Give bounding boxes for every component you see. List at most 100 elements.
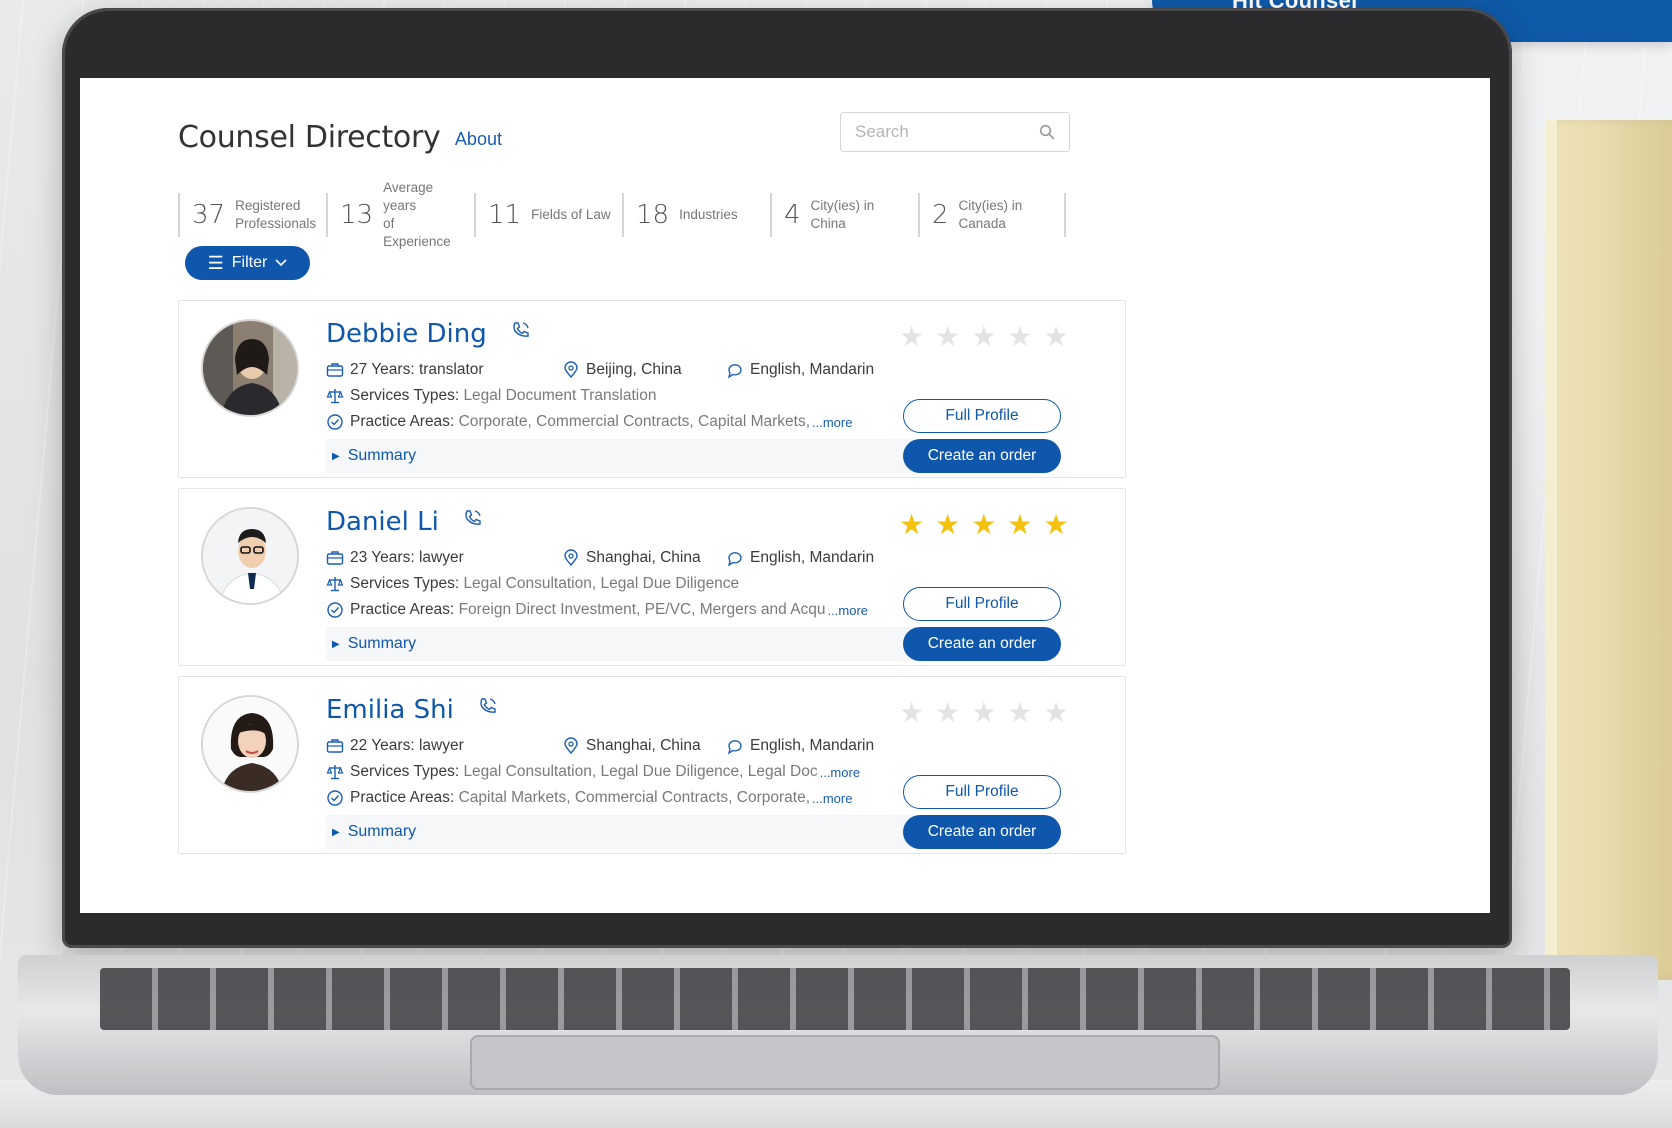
summary-label: Summary <box>347 635 417 652</box>
stat-experience: 13 Average years of Experience <box>326 180 474 249</box>
star-icon: ★ <box>1043 509 1069 540</box>
more-link[interactable]: ...more <box>820 765 860 780</box>
more-link[interactable]: ...more <box>812 791 852 806</box>
stat-number: 18 <box>636 200 670 230</box>
services-row: Services Types: Legal Consultation, Lega… <box>326 575 739 593</box>
counsel-name[interactable]: Emilia Shi <box>326 695 498 725</box>
services-row: Services Types: Legal Document Translati… <box>326 387 656 405</box>
practice-text: Corporate, Commercial Contracts, Capital… <box>458 413 811 430</box>
stat-label: Fields of Law <box>531 207 611 222</box>
speech-bubble-icon <box>727 552 742 567</box>
services-text: Legal Consultation, Legal Due Diligence,… <box>463 763 818 780</box>
check-circle-icon <box>327 790 343 806</box>
search-input[interactable] <box>841 113 1031 151</box>
summary-label: Summary <box>347 447 417 464</box>
laptop-trackpad <box>470 1035 1220 1090</box>
services-text: Legal Consultation, Legal Due Diligence <box>463 575 740 592</box>
caret-right-icon: ▶ <box>332 638 340 650</box>
summary-toggle[interactable]: ▶ Summary <box>326 439 918 473</box>
laptop-keyboard <box>100 968 1570 1030</box>
practice-label: Practice Areas: <box>350 789 455 806</box>
star-icon: ★ <box>1007 321 1033 352</box>
star-icon: ★ <box>899 509 925 540</box>
about-link[interactable]: About <box>455 129 502 149</box>
filter-button[interactable]: ☰ Filter <box>185 246 310 280</box>
briefcase-icon <box>326 363 344 377</box>
page-title: Counsel Directory <box>178 120 441 155</box>
full-profile-button[interactable]: Full Profile <box>903 399 1061 433</box>
star-icon: ★ <box>971 321 997 352</box>
star-icon: ★ <box>899 321 925 352</box>
phone-icon[interactable] <box>463 508 483 528</box>
avatar[interactable] <box>201 507 299 605</box>
experience-text: 22 Years: lawyer <box>350 737 464 754</box>
star-icon: ★ <box>935 321 961 352</box>
search-box[interactable] <box>840 112 1070 152</box>
practice-row: Practice Areas: Corporate, Commercial Co… <box>326 413 852 431</box>
filter-label: Filter <box>231 254 268 271</box>
stat-label: Registered Professionals <box>235 198 317 231</box>
laptop-screen: Counsel Directory About 37 Registered Pr… <box>80 78 1490 913</box>
scales-icon <box>326 389 344 404</box>
stat-label: City(ies) in Canada <box>958 198 1023 231</box>
create-order-button[interactable]: Create an order <box>903 439 1061 473</box>
practice-text: Foreign Direct Investment, PE/VC, Merger… <box>458 601 826 618</box>
location-text: Shanghai, China <box>586 549 701 566</box>
star-icon: ★ <box>1043 321 1069 352</box>
stat-industries: 18 Industries <box>622 193 770 237</box>
create-order-button[interactable]: Create an order <box>903 815 1061 849</box>
avatar[interactable] <box>201 695 299 793</box>
counsel-name-text[interactable]: Debbie Ding <box>326 319 487 349</box>
stat-china-cities: 4 City(ies) in China <box>770 193 918 237</box>
star-icon: ★ <box>1007 509 1033 540</box>
full-profile-button[interactable]: Full Profile <box>903 775 1061 809</box>
search-icon[interactable] <box>1039 124 1055 140</box>
summary-label: Summary <box>347 823 417 840</box>
star-icon: ★ <box>935 509 961 540</box>
briefcase-icon <box>326 551 344 565</box>
more-link[interactable]: ...more <box>828 603 868 618</box>
book-edge <box>1545 120 1557 980</box>
counsel-name[interactable]: Daniel Li <box>326 507 483 537</box>
services-label: Services Types: <box>350 763 460 780</box>
counsel-name-text[interactable]: Daniel Li <box>326 507 439 537</box>
counsel-card: Daniel Li 23 Years: lawyer Shanghai, Chi… <box>178 488 1126 666</box>
stat-number: 4 <box>784 200 801 230</box>
star-icon: ★ <box>899 697 925 728</box>
languages-text: English, Mandarin <box>750 737 875 754</box>
summary-toggle[interactable]: ▶ Summary <box>326 815 918 849</box>
phone-icon[interactable] <box>478 696 498 716</box>
star-icon: ★ <box>1043 697 1069 728</box>
stat-label: City(ies) in China <box>810 198 875 231</box>
languages-text: English, Mandarin <box>750 361 875 378</box>
avatar[interactable] <box>201 319 299 417</box>
stat-number: 11 <box>488 200 522 230</box>
caret-right-icon: ▶ <box>332 826 340 838</box>
rating-stars: ★ ★ ★ ★ ★ <box>899 323 1069 351</box>
location-text: Beijing, China <box>586 361 682 378</box>
star-icon: ★ <box>1007 697 1033 728</box>
summary-toggle[interactable]: ▶ Summary <box>326 627 918 661</box>
stat-number: 2 <box>932 200 949 230</box>
briefcase-icon <box>326 739 344 753</box>
stat-label: Industries <box>679 207 738 222</box>
counsel-meta: 22 Years: lawyer Shanghai, China English… <box>326 737 874 755</box>
practice-label: Practice Areas: <box>350 413 455 430</box>
star-icon: ★ <box>971 509 997 540</box>
counsel-name[interactable]: Debbie Ding <box>326 319 531 349</box>
create-order-button[interactable]: Create an order <box>903 627 1061 661</box>
languages-text: English, Mandarin <box>750 549 875 566</box>
practice-label: Practice Areas: <box>350 601 455 618</box>
counsel-name-text[interactable]: Emilia Shi <box>326 695 454 725</box>
star-icon: ★ <box>971 697 997 728</box>
counsel-card: Emilia Shi 22 Years: lawyer Shanghai, Ch… <box>178 676 1126 854</box>
services-label: Services Types: <box>350 575 460 592</box>
scales-icon <box>326 765 344 780</box>
more-link[interactable]: ...more <box>812 415 852 430</box>
star-icon: ★ <box>935 697 961 728</box>
stat-number: 13 <box>340 200 374 230</box>
counsel-meta: 23 Years: lawyer Shanghai, China English… <box>326 549 874 567</box>
book-decoration <box>1545 120 1672 980</box>
full-profile-button[interactable]: Full Profile <box>903 587 1061 621</box>
phone-icon[interactable] <box>511 320 531 340</box>
